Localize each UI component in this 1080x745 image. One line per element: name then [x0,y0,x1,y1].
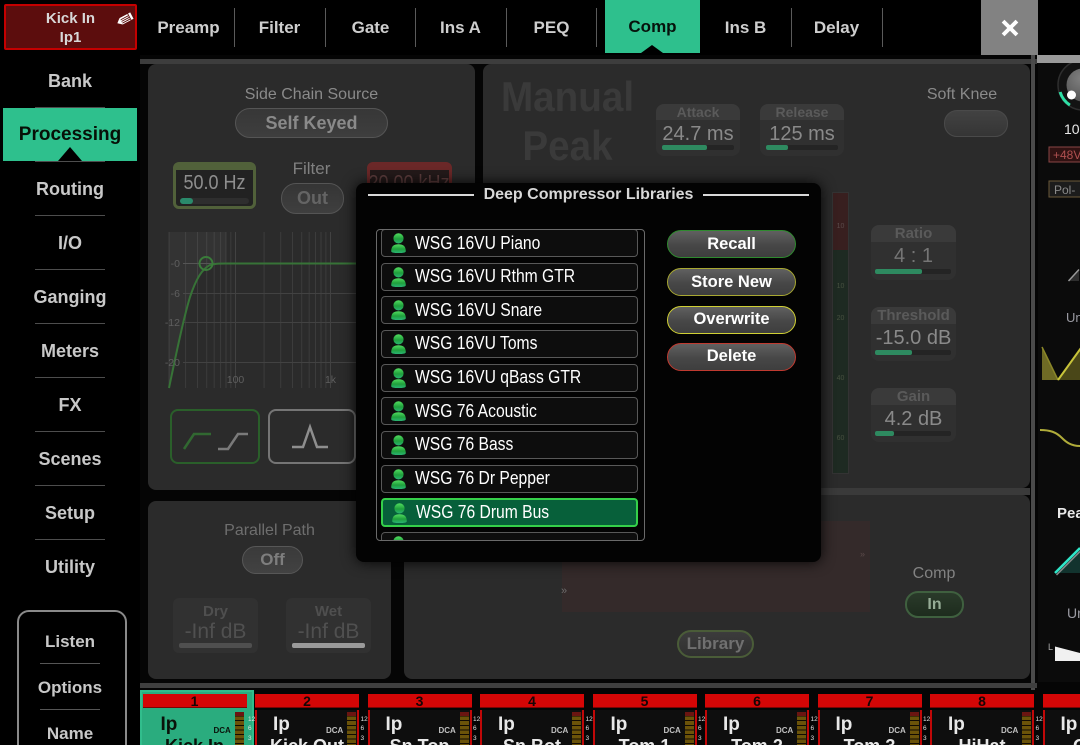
svg-text:-12: -12 [165,317,180,329]
svg-text:100: 100 [227,374,245,386]
svg-text:-6: -6 [171,288,180,300]
svg-text:Un: Un [1066,310,1080,325]
svg-text:Pol-: Pol- [1054,183,1075,197]
svg-text:-0: -0 [171,258,180,270]
svg-text:100: 100 [1064,121,1080,137]
svg-text:+48V: +48V [1053,148,1080,162]
svg-text:Un: Un [1067,605,1080,621]
svg-text:-20: -20 [165,357,180,369]
svg-text:Peak: Peak [1057,505,1080,522]
svg-text:L: L [1048,642,1053,652]
svg-text:1k: 1k [325,374,337,386]
